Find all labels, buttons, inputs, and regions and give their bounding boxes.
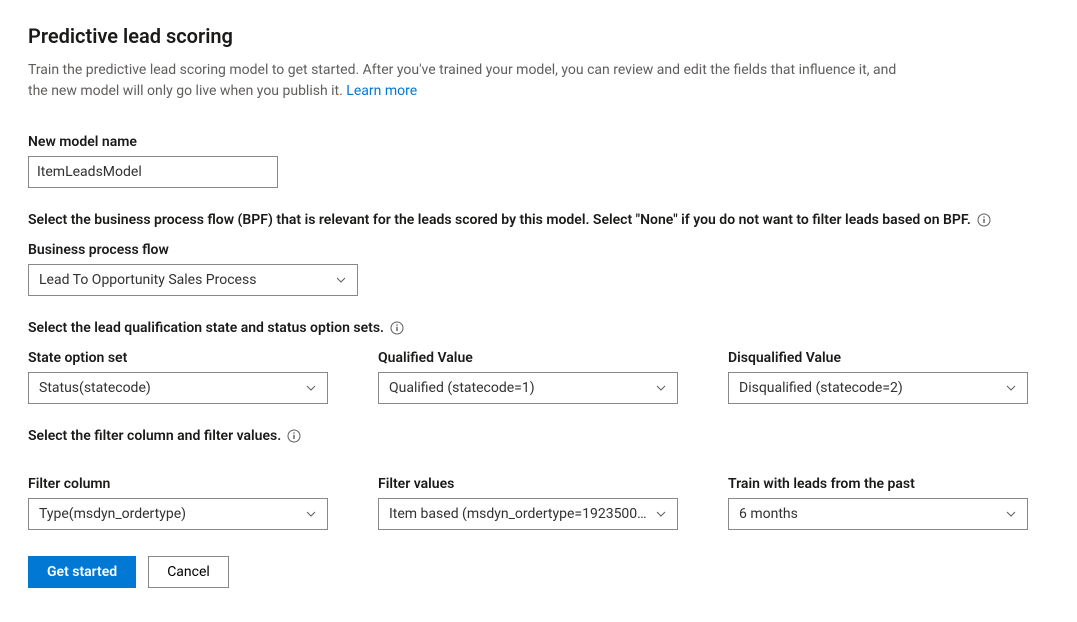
info-icon[interactable] — [390, 321, 404, 335]
model-name-label: New model name — [28, 134, 1049, 150]
disqualified-value-selected: Disqualified (statecode=2) — [739, 380, 997, 396]
train-with-leads-dropdown[interactable]: 6 months — [728, 498, 1028, 530]
disqualified-value-label: Disqualified Value — [728, 350, 1028, 366]
state-option-set-selected: Status(statecode) — [39, 380, 297, 396]
chevron-down-icon — [335, 274, 347, 286]
page-intro: Train the predictive lead scoring model … — [28, 60, 908, 102]
chevron-down-icon — [305, 382, 317, 394]
intro-text: Train the predictive lead scoring model … — [28, 62, 896, 99]
filter-values-label: Filter values — [378, 476, 678, 492]
state-option-set-dropdown[interactable]: Status(statecode) — [28, 372, 328, 404]
bpf-instruction: Select the business process flow (BPF) t… — [28, 212, 1049, 228]
bpf-instruction-text: Select the business process flow (BPF) t… — [28, 212, 971, 228]
get-started-button[interactable]: Get started — [28, 556, 136, 588]
train-with-leads-selected: 6 months — [739, 506, 997, 522]
qualification-instruction: Select the lead qualification state and … — [28, 320, 1049, 336]
bpf-dropdown[interactable]: Lead To Opportunity Sales Process — [28, 264, 358, 296]
bpf-selected: Lead To Opportunity Sales Process — [39, 272, 327, 288]
filter-instruction: Select the filter column and filter valu… — [28, 428, 1049, 444]
cancel-button[interactable]: Cancel — [148, 556, 229, 588]
model-name-input[interactable] — [28, 156, 278, 188]
filter-column-dropdown[interactable]: Type(msdyn_ordertype) — [28, 498, 328, 530]
chevron-down-icon — [655, 382, 667, 394]
info-icon[interactable] — [287, 429, 301, 443]
chevron-down-icon — [1005, 508, 1017, 520]
disqualified-value-dropdown[interactable]: Disqualified (statecode=2) — [728, 372, 1028, 404]
chevron-down-icon — [655, 508, 667, 520]
learn-more-link[interactable]: Learn more — [346, 83, 417, 99]
filter-values-dropdown[interactable]: Item based (msdyn_ordertype=1923500... — [378, 498, 678, 530]
train-with-leads-label: Train with leads from the past — [728, 476, 1028, 492]
qualified-value-selected: Qualified (statecode=1) — [389, 380, 647, 396]
filter-column-selected: Type(msdyn_ordertype) — [39, 506, 297, 522]
info-icon[interactable] — [977, 213, 991, 227]
filter-column-label: Filter column — [28, 476, 328, 492]
chevron-down-icon — [1005, 382, 1017, 394]
chevron-down-icon — [305, 508, 317, 520]
state-option-set-label: State option set — [28, 350, 328, 366]
qualified-value-label: Qualified Value — [378, 350, 678, 366]
qualification-instruction-text: Select the lead qualification state and … — [28, 320, 384, 336]
qualified-value-dropdown[interactable]: Qualified (statecode=1) — [378, 372, 678, 404]
filter-values-selected: Item based (msdyn_ordertype=1923500... — [389, 506, 647, 522]
bpf-label: Business process flow — [28, 242, 1049, 258]
page-title: Predictive lead scoring — [28, 24, 1049, 48]
filter-instruction-text: Select the filter column and filter valu… — [28, 428, 281, 444]
